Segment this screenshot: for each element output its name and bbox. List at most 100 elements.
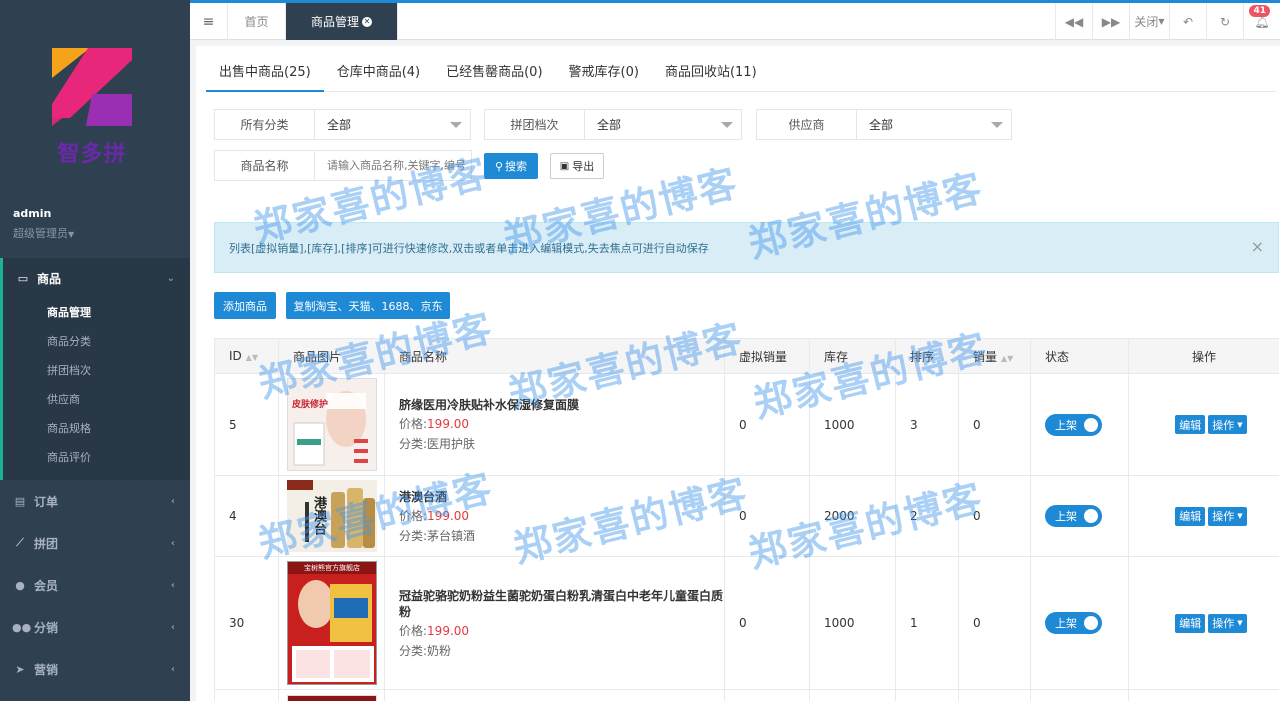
cell-stock[interactable]: 2000 (809, 475, 896, 557)
sidebar-item-product-manage[interactable]: 商品管理 (3, 298, 190, 327)
nav-item-label: 营销 (34, 662, 59, 677)
tab-recycle-bin[interactable]: 商品回收站(11) (652, 60, 770, 92)
ops-dropdown-button[interactable]: 操作 ▼ (1208, 506, 1247, 526)
cell-product-info: 港澳台酒 价格:199.00 分类:茅台镇酒 (384, 475, 725, 557)
cell-virtual-sales[interactable]: 0 (724, 475, 810, 557)
status-toggle[interactable]: 上架 (1045, 612, 1102, 634)
tab-label: 商品管理 (310, 15, 359, 29)
status-toggle[interactable]: 上架 (1045, 413, 1102, 436)
sidebar-item-group-level[interactable]: 拼团档次 (3, 356, 190, 385)
chevron-left-icon: ‹ (170, 579, 175, 591)
sidebar-item-product-spec[interactable]: 商品规格 (3, 414, 190, 443)
scroll-left-icon[interactable]: ◀◀ (1055, 3, 1092, 40)
edit-button[interactable]: 编辑 (1175, 613, 1206, 633)
back-icon[interactable]: ↶ (1169, 3, 1206, 40)
price-value: 199.00 (427, 508, 470, 523)
sidebar-item-product-review[interactable]: 商品评价 (3, 443, 190, 472)
close-tab-icon[interactable]: ✕ (362, 16, 372, 27)
export-button[interactable]: ▣ 导出 (550, 153, 604, 179)
product-name: 港澳台酒 (399, 489, 448, 504)
product-name-input[interactable] (327, 151, 467, 180)
nav-item-group-buy[interactable]: ⟋ 拼团 ‹ (0, 522, 190, 564)
sort-icon: ▲▼ (245, 353, 259, 362)
tab-sold-out[interactable]: 已经售罄商品(0) (433, 60, 555, 92)
tab-home[interactable]: 首页 (228, 3, 286, 40)
caret-down-icon: ▼ (1158, 17, 1165, 26)
select-value: 全部 (869, 118, 894, 132)
cell-image: 宝树熊官方旗舰店 (278, 556, 385, 690)
side-nav: ▭ 商品 ⌄ 商品管理 商品分类 拼团档次 供应商 商品规格 商品评价 ▤ 订单… (0, 258, 190, 690)
topbar-actions: ◀◀ ▶▶ 关闭 ▼ ↶ ↻ 🔔︎ 41 (1055, 3, 1280, 40)
tab-on-sale[interactable]: 出售中商品(25) (206, 60, 324, 92)
product-thumbnail[interactable]: 宝树熊官方旗舰店 (287, 561, 377, 685)
tab-in-warehouse[interactable]: 仓库中商品(4) (324, 60, 433, 92)
col-sales[interactable]: 销量 ▲▼ (958, 338, 1031, 374)
scroll-right-icon[interactable]: ▶▶ (1092, 3, 1129, 40)
search-button[interactable]: ⚲ 搜索 (484, 153, 538, 179)
user-role-dropdown[interactable]: 超级管理员▼ (13, 225, 74, 241)
nav-item-members[interactable]: ● 会员 ‹ (0, 564, 190, 606)
product-category: 分类:奶粉 (399, 642, 724, 659)
cell-stock[interactable]: 1000 (809, 373, 896, 476)
col-status: 状态 (1030, 338, 1129, 374)
toggle-knob (1084, 616, 1098, 630)
main-panel: 出售中商品(25) 仓库中商品(4) 已经售罄商品(0) 警戒库存(0) 商品回… (196, 46, 1280, 701)
caret-down-icon: ▼ (1237, 619, 1243, 627)
tab-low-stock[interactable]: 警戒库存(0) (556, 60, 652, 92)
ops-dropdown-button[interactable]: 操作 ▼ (1208, 613, 1247, 633)
refresh-icon[interactable]: ↻ (1206, 3, 1243, 40)
menu-toggle-icon[interactable]: ≡ (190, 3, 228, 40)
table-header-row: ID ▲▼ 商品图片 商品名称 虚拟销量 库存 排序 销量 ▲▼ 状态 操作 (214, 338, 1279, 374)
user-role: 超级管理员 (13, 227, 68, 240)
nav-item-products[interactable]: ▭ 商品 ⌄ (3, 258, 190, 298)
supplier-select[interactable]: 全部 (857, 110, 1011, 139)
toggle-knob (1084, 509, 1098, 523)
edit-button[interactable]: 编辑 (1175, 415, 1206, 434)
cell-sort[interactable]: 1 (895, 556, 959, 690)
ops-dropdown-button[interactable]: 操作 ▼ (1208, 415, 1247, 434)
category-prefix: 分类: (399, 528, 428, 543)
copy-product-button[interactable]: 复制淘宝、天猫、1688、京东 (286, 292, 450, 319)
col-id[interactable]: ID ▲▼ (214, 338, 279, 374)
nav-item-distribution[interactable]: ●● 分销 ‹ (0, 606, 190, 648)
price-value: 199.00 (427, 623, 470, 638)
cell-sales: 0 (958, 556, 1031, 690)
product-thumbnail[interactable] (287, 694, 377, 701)
nav-item-marketing[interactable]: ➤ 营销 ‹ (0, 648, 190, 690)
cell-virtual-sales[interactable]: 0 (724, 556, 810, 690)
user-profile[interactable]: admin 超级管理员▼ (13, 207, 74, 241)
sidebar-item-supplier[interactable]: 供应商 (3, 385, 190, 414)
category-prefix: 分类: (399, 643, 428, 658)
caret-down-icon: ▼ (1237, 512, 1243, 520)
sidebar-item-product-category[interactable]: 商品分类 (3, 327, 190, 356)
sidebar: 智多拼 admin 超级管理员▼ ▭ 商品 ⌄ 商品管理 商品分类 拼团档次 供… (0, 0, 190, 701)
toggle-label: 上架 (1055, 617, 1077, 630)
cell-virtual-sales[interactable]: 0 (724, 373, 810, 476)
close-tabs-dropdown[interactable]: 关闭 ▼ (1129, 3, 1169, 40)
sort-icon: ▲▼ (1001, 353, 1014, 363)
chevron-down-icon: ⌄ (166, 272, 175, 284)
edit-button[interactable]: 编辑 (1175, 506, 1206, 526)
cell-empty (895, 689, 959, 701)
cell-image: 皮肤修护 (278, 373, 385, 476)
cell-sort[interactable]: 3 (895, 373, 959, 476)
nav-item-label: 会员 (34, 578, 59, 593)
close-icon[interactable]: × (1251, 237, 1264, 256)
status-toggle[interactable]: 上架 (1045, 505, 1102, 527)
col-virtual-sales: 虚拟销量 (724, 338, 810, 374)
category-select[interactable]: 全部 (315, 110, 470, 139)
tab-product-manage[interactable]: 商品管理 ✕ (286, 3, 398, 40)
add-product-button[interactable]: 添加商品 (214, 292, 276, 319)
cell-sort[interactable]: 2 (895, 475, 959, 557)
supplier-filter: 供应商 全部 (756, 109, 1012, 140)
toggle-label: 上架 (1055, 418, 1077, 432)
nav-item-orders[interactable]: ▤ 订单 ‹ (0, 480, 190, 522)
product-thumbnail[interactable]: 皮肤修护 (287, 378, 377, 471)
alert-text: 列表[虚拟销量],[库存],[排序]可进行快速修改,双击或者单击进入编辑模式,失… (229, 241, 709, 255)
product-name: 脐缘医用冷肤贴补水保湿修复面膜 (399, 398, 580, 412)
cell-product-info: 冠益驼骆驼奶粉益生菌驼奶蛋白粉乳清蛋白中老年儿童蛋白质粉 价格:199.00 分… (384, 556, 725, 690)
product-thumbnail[interactable]: 港澳台 (287, 480, 377, 552)
cell-stock[interactable]: 1000 (809, 556, 896, 690)
group-level-select[interactable]: 全部 (585, 110, 741, 139)
notification-bell[interactable]: 🔔︎ 41 (1243, 3, 1280, 40)
